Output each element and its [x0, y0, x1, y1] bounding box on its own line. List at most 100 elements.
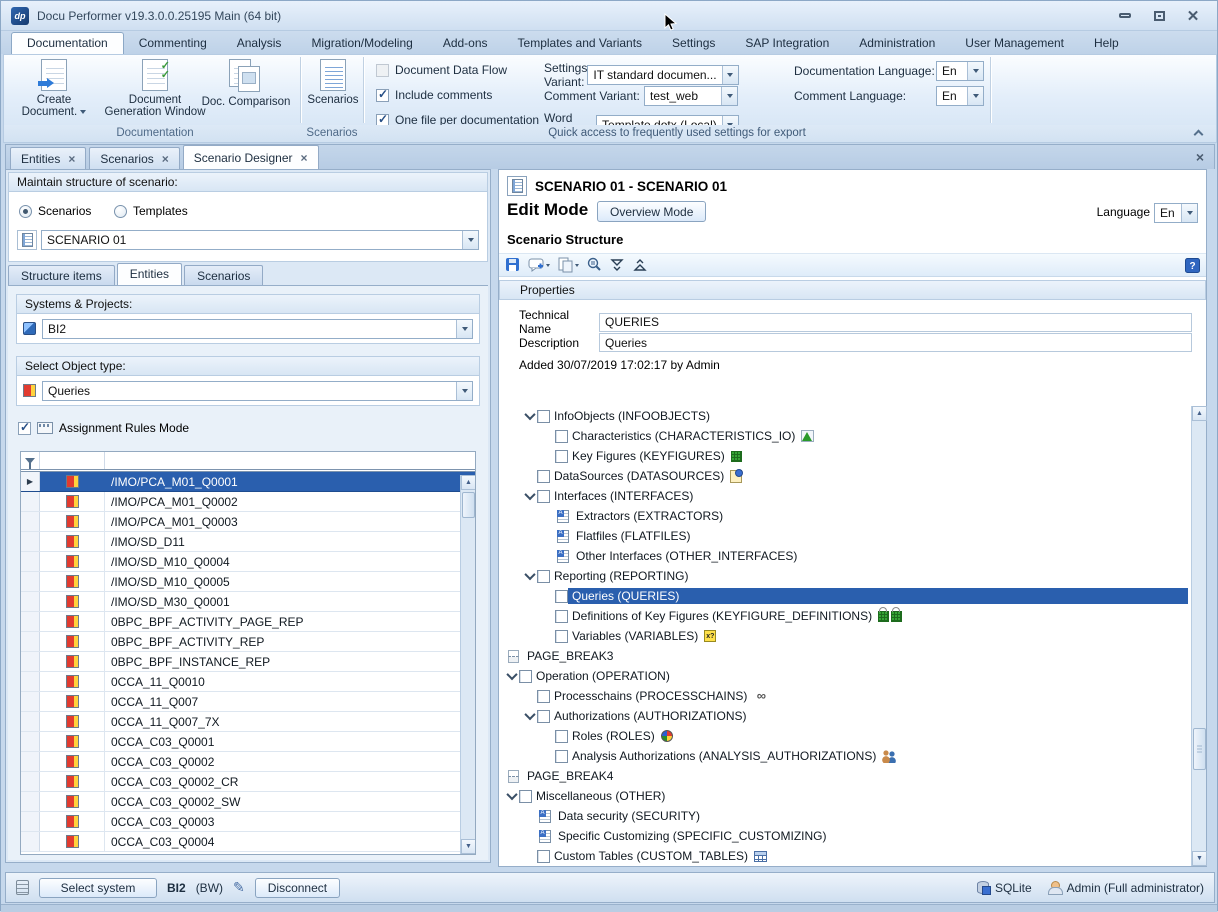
tab-entities[interactable]: Entities×	[10, 147, 86, 169]
assignment-rules-mode[interactable]: Assignment Rules Mode	[18, 421, 189, 435]
table-row[interactable]: 0CCA_C03_Q0002_SW	[21, 792, 475, 812]
scroll-down-icon[interactable]: ▼	[461, 839, 476, 854]
tree-item[interactable]: Queries (QUERIES)	[499, 586, 1206, 606]
ribbon-tab-help[interactable]: Help	[1079, 33, 1134, 54]
disconnect-button[interactable]: Disconnect	[255, 878, 340, 898]
tree-item[interactable]: Authorizations (AUTHORIZATIONS)	[499, 706, 1206, 726]
table-row[interactable]: /IMO/SD_M10_Q0005	[21, 572, 475, 592]
expander-icon[interactable]	[523, 492, 537, 500]
tree-checkbox[interactable]	[537, 470, 550, 483]
tree-item[interactable]: Miscellaneous (OTHER)	[499, 786, 1206, 806]
tree-item[interactable]: Custom Tables (CUSTOM_TABLES)	[499, 846, 1206, 866]
tab-scenarios[interactable]: Scenarios×	[89, 147, 179, 169]
chevron-down-icon[interactable]	[722, 66, 738, 84]
collapse-all-icon[interactable]	[632, 257, 648, 273]
document-generation-window-button[interactable]: ✓✓ Document Generation Window	[100, 59, 210, 118]
ribbon-tab-commenting[interactable]: Commenting	[124, 33, 222, 54]
system-combo[interactable]: BI2	[42, 319, 473, 339]
documentation-language-combo[interactable]: En	[936, 61, 984, 81]
table-row[interactable]: /IMO/SD_D11	[21, 532, 475, 552]
table-row[interactable]: 0CCA_C03_Q0004	[21, 832, 475, 852]
tree-checkbox[interactable]	[555, 430, 568, 443]
scenario-combo[interactable]: SCENARIO 01	[41, 230, 479, 250]
tree-item[interactable]: Key Figures (KEYFIGURES)	[499, 446, 1206, 466]
scroll-up-icon[interactable]: ▲	[1192, 406, 1207, 421]
scroll-thumb[interactable]	[1193, 728, 1206, 770]
help-icon[interactable]: ?	[1185, 258, 1200, 273]
table-row[interactable]: 0CCA_C03_Q0002	[21, 752, 475, 772]
scenarios-button[interactable]: Scenarios	[306, 59, 360, 106]
chevron-down-icon[interactable]	[456, 382, 472, 400]
tree-item[interactable]: Other Interfaces (OTHER_INTERFACES)	[499, 546, 1206, 566]
minimize-button[interactable]	[1117, 9, 1133, 23]
close-tab-strip-icon[interactable]: ×	[1196, 149, 1204, 165]
close-icon[interactable]: ×	[300, 153, 307, 163]
tab-scenario-designer[interactable]: Scenario Designer×	[183, 145, 319, 169]
radio-dot[interactable]	[19, 205, 32, 218]
ribbon-tab-analysis[interactable]: Analysis	[222, 33, 297, 54]
tree-checkbox[interactable]	[555, 750, 568, 763]
checkbox-include-comments[interactable]: Include comments	[376, 88, 492, 102]
ribbon-tab-administration[interactable]: Administration	[844, 33, 950, 54]
tree-checkbox[interactable]	[519, 790, 532, 803]
ribbon-tab-templates-variants[interactable]: Templates and Variants	[503, 33, 658, 54]
document-data-flow-checkbox[interactable]	[376, 64, 389, 77]
collapse-ribbon-icon[interactable]	[1194, 130, 1204, 140]
expander-icon[interactable]	[505, 792, 519, 800]
ribbon-tab-sap-integration[interactable]: SAP Integration	[730, 33, 844, 54]
tree-item[interactable]: InfoObjects (INFOOBJECTS)	[499, 406, 1206, 426]
save-icon[interactable]	[505, 257, 521, 273]
close-button[interactable]: ✕	[1185, 9, 1201, 23]
settings-variant-combo[interactable]: IT standard documen...	[587, 65, 738, 85]
assignment-rules-checkbox[interactable]	[18, 422, 31, 435]
radio-templates[interactable]: Templates	[114, 204, 188, 218]
table-row[interactable]: /IMO/SD_M10_Q0004	[21, 552, 475, 572]
tree-item[interactable]: Flatfiles (FLATFILES)	[499, 526, 1206, 546]
language-combo[interactable]: En	[1154, 203, 1198, 223]
object-type-combo[interactable]: Queries	[42, 381, 473, 401]
tree-item[interactable]: Extractors (EXTRACTORS)	[499, 506, 1206, 526]
database-label[interactable]: SQLite	[995, 881, 1032, 895]
table-row[interactable]: 0BPC_BPF_ACTIVITY_PAGE_REP	[21, 612, 475, 632]
select-system-button[interactable]: Select system	[39, 878, 157, 898]
tree-item[interactable]: Data security (SECURITY)	[499, 806, 1206, 826]
table-row[interactable]: 0CCA_C03_Q0003	[21, 812, 475, 832]
tree-checkbox[interactable]	[555, 610, 568, 623]
tree-item[interactable]: Definitions of Key Figures (KEYFIGURE_DE…	[499, 606, 1206, 626]
ribbon-tab-documentation[interactable]: Documentation	[11, 32, 124, 54]
tree-checkbox[interactable]	[555, 730, 568, 743]
comment-icon[interactable]	[528, 257, 550, 273]
close-icon[interactable]: ×	[162, 154, 169, 164]
tree-checkbox[interactable]	[519, 670, 532, 683]
tree-checkbox[interactable]	[555, 630, 568, 643]
table-row[interactable]: 0CCA_11_Q007	[21, 692, 475, 712]
tree-item[interactable]: Characteristics (CHARACTERISTICS_IO)	[499, 426, 1206, 446]
scroll-up-icon[interactable]: ▲	[461, 475, 476, 490]
tree-item[interactable]: Operation (OPERATION)	[499, 666, 1206, 686]
tree-item[interactable]: PAGE_BREAK4	[499, 766, 1206, 786]
table-row[interactable]: /IMO/PCA_M01_Q0003	[21, 512, 475, 532]
tree-checkbox[interactable]	[537, 850, 550, 863]
expander-icon[interactable]	[523, 412, 537, 420]
restore-button[interactable]	[1151, 9, 1167, 23]
filter-icon[interactable]	[21, 452, 40, 469]
tree-checkbox[interactable]	[537, 710, 550, 723]
subtab-structure-items[interactable]: Structure items	[8, 265, 115, 285]
entity-table-scrollbar[interactable]: ▲ ▼	[460, 475, 475, 854]
table-row[interactable]: ▶/IMO/PCA_M01_Q0001	[21, 472, 475, 492]
tree-scrollbar[interactable]: ▲ ▼	[1191, 406, 1206, 866]
table-row[interactable]: 0BPC_BPF_INSTANCE_REP	[21, 652, 475, 672]
chevron-down-icon[interactable]	[462, 231, 478, 249]
tree-item[interactable]: Reporting (REPORTING)	[499, 566, 1206, 586]
ribbon-tab-migration-modeling[interactable]: Migration/Modeling	[296, 33, 427, 54]
tree-checkbox[interactable]	[537, 490, 550, 503]
current-user-label[interactable]: Admin (Full administrator)	[1067, 881, 1204, 895]
technical-name-input[interactable]	[599, 313, 1192, 332]
ribbon-tab-add-ons[interactable]: Add-ons	[428, 33, 503, 54]
chevron-down-icon[interactable]	[967, 62, 983, 80]
table-row[interactable]: /IMO/SD_M30_Q0001	[21, 592, 475, 612]
chevron-down-icon[interactable]	[721, 87, 737, 105]
table-row[interactable]: 0BPC_BPF_ACTIVITY_REP	[21, 632, 475, 652]
expand-all-icon[interactable]	[609, 257, 625, 273]
table-row[interactable]: 0CCA_11_Q0010	[21, 672, 475, 692]
